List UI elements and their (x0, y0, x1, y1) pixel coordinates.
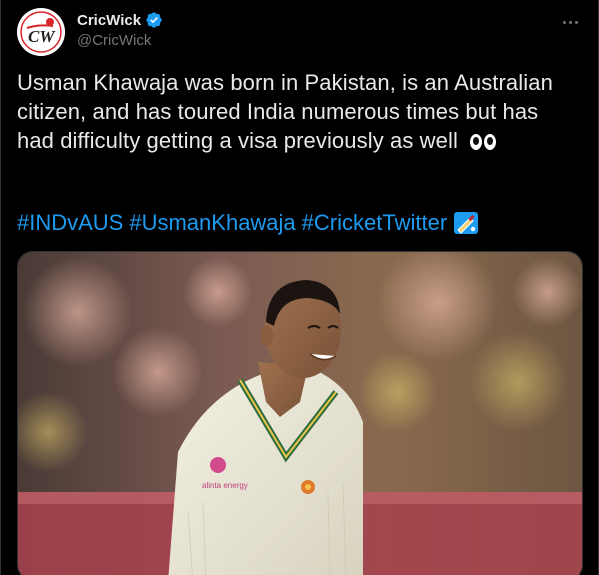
svg-text:CW: CW (28, 27, 56, 46)
tweet-text: Usman Khawaja was born in Pakistan, is a… (17, 68, 577, 155)
cricketer-photo: alinta energy (18, 252, 582, 575)
more-options-icon[interactable] (558, 12, 582, 32)
svg-text:alinta energy: alinta energy (202, 481, 248, 490)
hashtag-link[interactable]: #UsmanKhawaja (129, 208, 295, 237)
avatar[interactable]: CW (17, 8, 65, 56)
hashtag-link[interactable]: #INDvAUS (17, 208, 123, 237)
tweet-media-image[interactable]: alinta energy (17, 251, 583, 575)
display-name[interactable]: CricWick (77, 12, 141, 29)
eyes-icon (470, 134, 497, 151)
tweet-card[interactable]: CW CricWick @CricWick Usman Khawaja was … (0, 0, 599, 575)
author-names: CricWick @CricWick (77, 10, 163, 49)
verified-badge-icon (145, 11, 163, 29)
cricwick-logo-icon: CW (17, 8, 65, 56)
account-handle[interactable]: @CricWick (77, 32, 163, 49)
cricket-bat-icon (453, 211, 479, 235)
tweet-header: CW CricWick @CricWick (17, 8, 582, 56)
hashtag-row: #INDvAUS #UsmanKhawaja #CricketTwitter (17, 208, 577, 237)
hashtag-link[interactable]: #CricketTwitter (302, 208, 447, 237)
